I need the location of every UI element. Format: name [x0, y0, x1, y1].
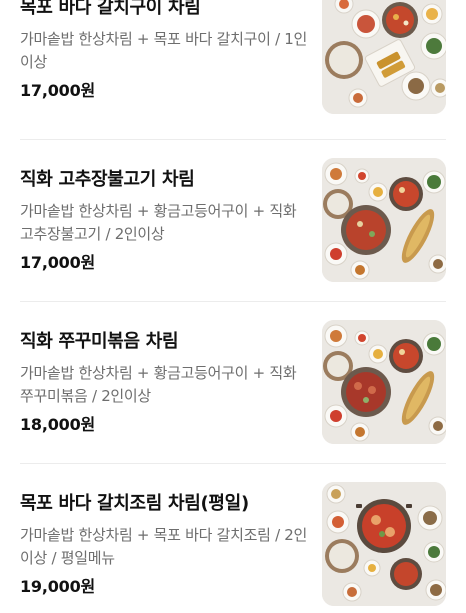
menu-item[interactable]: 직화 고추장불고기 차림 가마솥밥 한상차림 + 황금고등어구이 + 직화 고추…: [0, 150, 466, 300]
menu-item[interactable]: 직화 쭈꾸미볶음 차림 가마솥밥 한상차림 + 황금고등어구이 + 직화 쭈꾸미…: [0, 312, 466, 462]
menu-item-description: 가마솥밥 한상차림 + 목포 바다 갈치조림 / 2인이상 / 평일메뉴: [20, 526, 308, 567]
menu-item-price: 17,000원: [20, 253, 96, 272]
menu-item-description: 가마솥밥 한상차림 + 황금고등어구이 + 직화 고추장불고기 / 2인이상: [20, 202, 297, 243]
menu-item-description: 가마솥밥 한상차림 + 목포 바다 갈치구이 / 1인이상: [20, 30, 308, 71]
menu-item-text: 목포 바다 갈치조림 차림(평일) 가마솥밥 한상차림 + 목포 바다 갈치조림…: [20, 492, 310, 598]
divider: [20, 139, 446, 140]
menu-item-text: 직화 쭈꾸미볶음 차림 가마솥밥 한상차림 + 황금고등어구이 + 직화 쭈꾸미…: [20, 330, 310, 436]
menu-item-name: 목포 바다 갈치조림 차림(평일): [20, 493, 249, 514]
menu-item-name: 직화 고추장불고기 차림: [20, 169, 195, 190]
menu-item-description: 가마솥밥 한상차림 + 황금고등어구이 + 직화 쭈꾸미볶음 / 2인이상: [20, 364, 297, 405]
menu-item[interactable]: 목포 바다 갈치조림 차림(평일) 가마솥밥 한상차림 + 목포 바다 갈치조림…: [0, 474, 466, 613]
menu-item-photo[interactable]: [322, 320, 446, 444]
menu-item-name: 직화 쭈꾸미볶음 차림: [20, 331, 179, 352]
menu-item[interactable]: 목포 바다 갈치구이 차림 가마솥밥 한상차림 + 목포 바다 갈치구이 / 1…: [0, 0, 466, 138]
menu-item-name: 목포 바다 갈치구이 차림: [20, 0, 201, 18]
divider: [20, 301, 446, 302]
menu-item-photo[interactable]: [322, 482, 446, 606]
menu-item-text: 직화 고추장불고기 차림 가마솥밥 한상차림 + 황금고등어구이 + 직화 고추…: [20, 168, 310, 274]
menu-item-price: 18,000원: [20, 415, 96, 434]
menu-item-price: 19,000원: [20, 577, 96, 596]
menu-item-price: 17,000원: [20, 81, 96, 100]
divider: [20, 463, 446, 464]
menu-item-text: 목포 바다 갈치구이 차림 가마솥밥 한상차림 + 목포 바다 갈치구이 / 1…: [20, 0, 310, 102]
menu-item-photo[interactable]: [322, 0, 446, 114]
menu-item-photo[interactable]: [322, 158, 446, 282]
